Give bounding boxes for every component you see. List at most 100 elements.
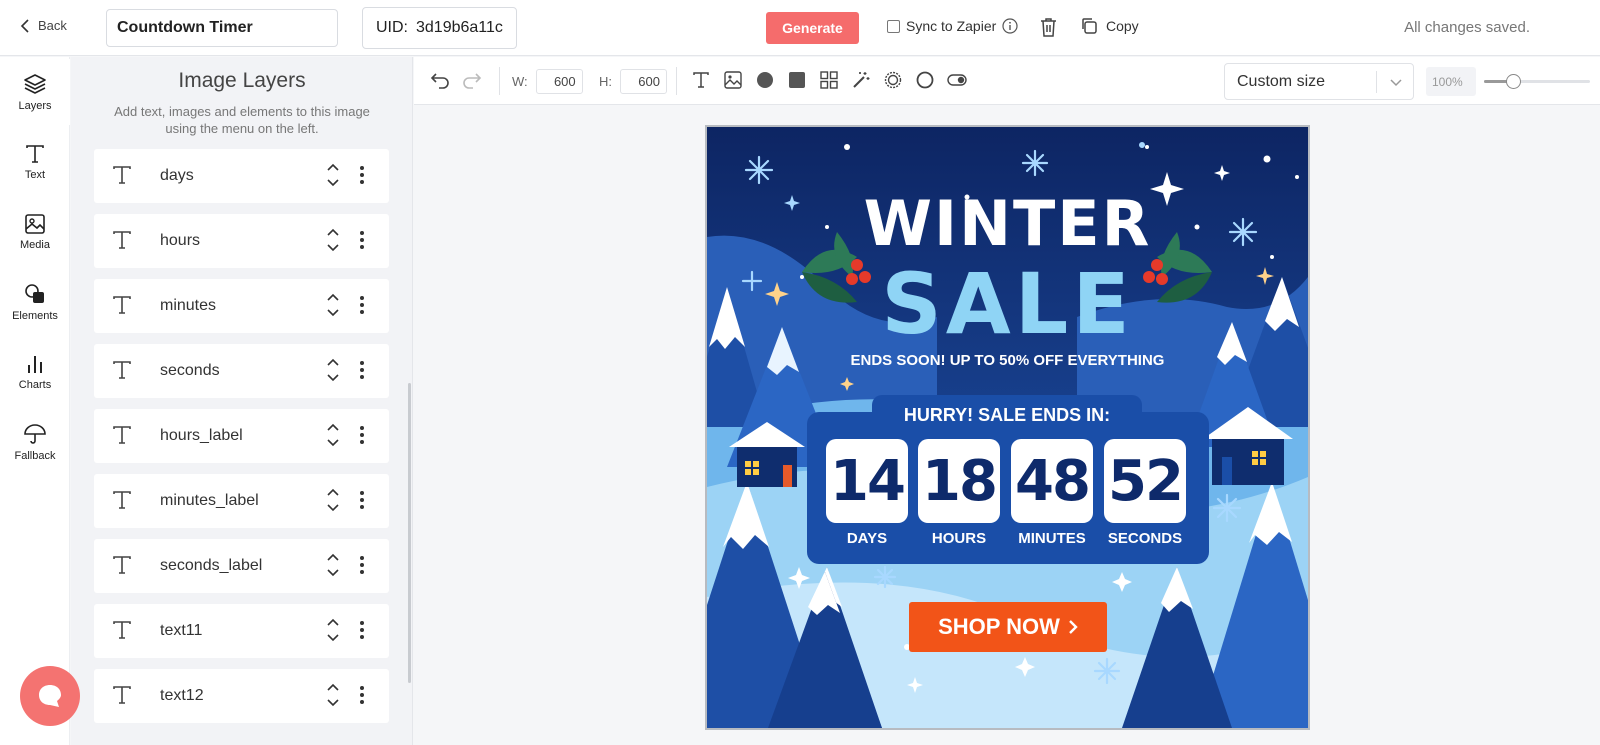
add-text-icon[interactable] — [692, 71, 710, 89]
layer-row[interactable]: hours — [94, 214, 389, 268]
reorder-arrows-icon[interactable] — [326, 617, 340, 643]
trash-icon[interactable] — [1040, 17, 1057, 37]
more-options-icon[interactable] — [359, 620, 365, 640]
seconds-value[interactable]: 52 — [1104, 439, 1186, 523]
text-layer-icon — [113, 621, 131, 639]
width-input[interactable] — [535, 69, 583, 94]
reorder-arrows-icon[interactable] — [326, 162, 340, 188]
layer-name: text12 — [160, 687, 204, 704]
countdown-heading[interactable]: HURRY! SALE ENDS IN: — [872, 405, 1142, 426]
reorder-arrows-icon[interactable] — [326, 292, 340, 318]
panel-scrollbar[interactable] — [408, 383, 411, 683]
shop-now-button[interactable]: SHOP NOW — [909, 602, 1107, 652]
rail-item-layers[interactable]: Layers — [0, 59, 70, 125]
rail-item-charts[interactable]: Charts — [0, 339, 70, 405]
more-options-icon[interactable] — [359, 230, 365, 250]
canvas-size-value: Custom size — [1237, 72, 1326, 90]
undo-icon[interactable] — [430, 71, 450, 89]
seconds-label[interactable]: SECONDS — [1100, 530, 1190, 547]
design-canvas[interactable]: WINTER SALE ENDS SOON! UP TO 50% OFF EVE… — [705, 125, 1310, 730]
layer-row[interactable]: seconds_label — [94, 539, 389, 593]
sale-subline[interactable]: ENDS SOON! UP TO 50% OFF EVERYTHING — [707, 352, 1308, 369]
top-bar: Back UID: 3d19b6a11c Generate Sync to Za… — [0, 0, 1600, 56]
add-badge-icon[interactable] — [884, 71, 902, 89]
rail-item-fallback[interactable]: Fallback — [0, 409, 70, 475]
layer-row[interactable]: days — [94, 149, 389, 203]
text-layer-icon — [113, 426, 131, 444]
rail-item-text[interactable]: Text — [0, 129, 70, 195]
hours-label[interactable]: HOURS — [914, 530, 1004, 547]
height-field[interactable]: H: — [599, 69, 667, 94]
add-rectangle-icon[interactable] — [788, 71, 806, 89]
magic-wand-icon[interactable] — [852, 71, 870, 89]
layer-name: hours_label — [160, 427, 243, 444]
reorder-arrows-icon[interactable] — [326, 487, 340, 513]
shapes-icon — [25, 284, 44, 303]
layer-row[interactable]: minutes_label — [94, 474, 389, 528]
layer-row[interactable]: seconds — [94, 344, 389, 398]
zoom-slider-thumb[interactable] — [1505, 74, 1521, 89]
add-toggle-icon[interactable] — [947, 71, 967, 89]
bar-chart-icon — [28, 356, 42, 373]
chat-button[interactable] — [20, 666, 80, 726]
width-field[interactable]: W: — [512, 69, 583, 94]
rail-label: Fallback — [14, 450, 56, 462]
more-options-icon[interactable] — [359, 295, 365, 315]
left-rail: Layers Text Media Elements Charts Fallba… — [0, 57, 70, 745]
layer-row[interactable]: minutes — [94, 279, 389, 333]
height-input[interactable] — [620, 69, 667, 94]
umbrella-icon — [24, 424, 46, 444]
days-value[interactable]: 14 — [826, 439, 908, 523]
save-status: All changes saved. — [1404, 19, 1530, 36]
more-options-icon[interactable] — [359, 165, 365, 185]
more-options-icon[interactable] — [359, 490, 365, 510]
text-layer-icon — [113, 491, 131, 509]
layer-row[interactable]: hours_label — [94, 409, 389, 463]
zoom-slider[interactable] — [1484, 74, 1590, 89]
generate-button[interactable]: Generate — [766, 12, 859, 44]
more-options-icon[interactable] — [359, 360, 365, 380]
reorder-arrows-icon[interactable] — [326, 357, 340, 383]
rail-item-elements[interactable]: Elements — [0, 269, 70, 335]
add-grid-icon[interactable] — [820, 71, 838, 89]
template-name-input[interactable] — [106, 9, 338, 47]
text-layer-icon — [113, 296, 131, 314]
add-image-icon[interactable] — [724, 71, 742, 89]
more-options-icon[interactable] — [359, 555, 365, 575]
sync-zapier-label: Sync to Zapier — [906, 18, 997, 34]
uid-display: UID: 3d19b6a11c — [362, 7, 517, 49]
layer-row[interactable]: text11 — [94, 604, 389, 658]
rail-label: Charts — [18, 379, 52, 391]
reorder-arrows-icon[interactable] — [326, 227, 340, 253]
minutes-value[interactable]: 48 — [1011, 439, 1093, 523]
reorder-arrows-icon[interactable] — [326, 422, 340, 448]
copy-icon — [1082, 18, 1097, 34]
info-icon[interactable] — [1002, 18, 1018, 34]
layer-name: days — [160, 167, 194, 184]
copy-button[interactable]: Copy — [1080, 17, 1139, 35]
minutes-label[interactable]: MINUTES — [1007, 530, 1097, 547]
chevron-down-icon — [1390, 79, 1402, 87]
shop-now-label: SHOP NOW — [938, 614, 1060, 639]
layers-panel: Image Layers Add text, images and elemen… — [71, 57, 413, 745]
reorder-arrows-icon[interactable] — [326, 552, 340, 578]
add-ring-icon[interactable] — [916, 71, 934, 89]
text-layer-icon — [113, 166, 131, 184]
add-circle-icon[interactable] — [756, 71, 774, 89]
more-options-icon[interactable] — [359, 425, 365, 445]
sync-zapier-toggle[interactable]: Sync to Zapier — [887, 18, 1018, 34]
hours-value[interactable]: 18 — [918, 439, 1000, 523]
layer-row[interactable]: text12 — [94, 669, 389, 723]
sync-zapier-checkbox[interactable] — [887, 19, 900, 33]
chevron-left-icon — [20, 18, 29, 33]
redo-icon[interactable] — [462, 71, 482, 89]
more-options-icon[interactable] — [359, 685, 365, 705]
days-label[interactable]: DAYS — [822, 530, 912, 547]
canvas-size-select[interactable]: Custom size — [1224, 63, 1414, 100]
reorder-arrows-icon[interactable] — [326, 682, 340, 708]
winter-heading[interactable]: WINTER — [707, 187, 1308, 260]
back-button[interactable]: Back — [20, 18, 67, 33]
sale-heading[interactable]: SALE — [707, 255, 1308, 353]
text-layer-icon — [113, 361, 131, 379]
rail-item-media[interactable]: Media — [0, 199, 70, 265]
